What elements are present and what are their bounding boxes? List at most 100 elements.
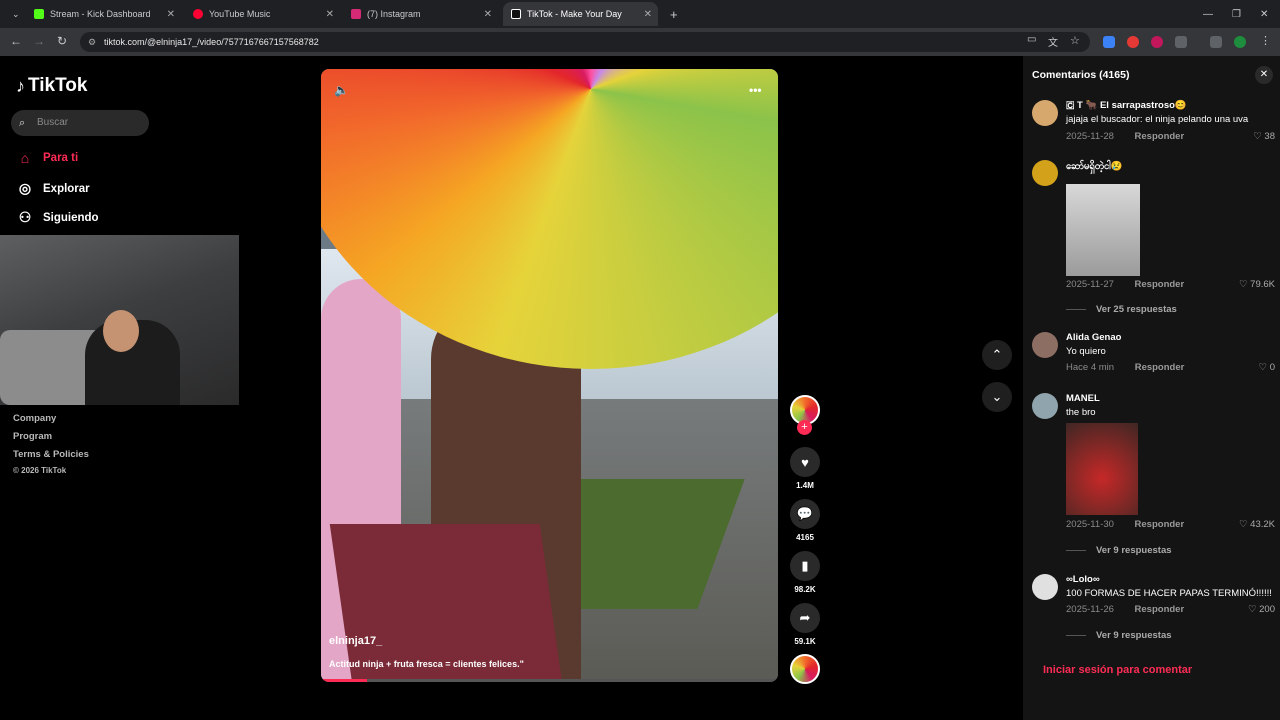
avatar[interactable] (1032, 332, 1058, 358)
bookmark-star-icon[interactable]: ☆ (1070, 34, 1080, 47)
login-to-comment-link[interactable]: Iniciar sesión para comentar (1043, 664, 1192, 676)
new-tab-button[interactable]: + (662, 4, 678, 24)
tab-tiktok[interactable]: TikTok - Make Your Day ✕ (503, 2, 658, 26)
heart-icon: ♡ (1239, 519, 1251, 530)
site-info-icon[interactable]: ⚙ (88, 32, 96, 52)
footer-program-link[interactable]: Program (13, 431, 52, 442)
tab-kick[interactable]: Stream - Kick Dashboard ✕ (26, 4, 181, 24)
next-video-button[interactable]: ⌄ (982, 382, 1012, 412)
comment-date: 2025-11-27 (1066, 279, 1114, 290)
tab-title: Stream - Kick Dashboard (50, 9, 151, 19)
profile-avatar[interactable] (1234, 36, 1246, 48)
comment-meta: 2025-11-30 Responder (1066, 519, 1184, 530)
back-icon[interactable]: ← (10, 34, 22, 48)
footer-company-link[interactable]: Company (13, 413, 56, 424)
close-icon: ✕ (1259, 69, 1269, 80)
tiktok-icon (511, 9, 521, 19)
comment-like-button[interactable]: ♡ 79.6K (1239, 279, 1275, 290)
comment-meta: 2025-11-26 Responder (1066, 604, 1184, 615)
comment-image[interactable] (1066, 184, 1140, 276)
nav-explorar[interactable]: ◎ Explorar (16, 180, 90, 197)
nav-label: Explorar (43, 182, 90, 195)
close-icon[interactable]: ✕ (484, 9, 492, 20)
heart-icon: ♡ (1239, 279, 1251, 290)
following-icon: ⚇ (18, 209, 32, 225)
previous-video-button[interactable]: ⌃ (982, 340, 1012, 370)
comment-like-button[interactable]: ♡ 200 (1248, 604, 1275, 615)
brand-name: TikTok (28, 75, 88, 96)
reply-button[interactable]: Responder (1135, 362, 1185, 373)
close-window-button[interactable]: ✕ (1252, 4, 1268, 24)
minimize-button[interactable]: — (1195, 4, 1213, 24)
follow-plus-icon[interactable]: + (797, 420, 812, 435)
puzzle-icon[interactable] (1175, 36, 1187, 48)
chevron-up-icon: ⌃ (991, 347, 1003, 362)
reload-icon[interactable]: ↻ (57, 34, 67, 48)
tab-title: TikTok - Make Your Day (527, 9, 622, 19)
like-count: 38 (1264, 131, 1275, 142)
url-field[interactable]: ⚙ tiktok.com/@elninja17_/video/757716766… (80, 32, 1090, 52)
tiktok-logo[interactable]: ♪ TikTok (16, 75, 87, 97)
comment-like-button[interactable]: ♡ 0 (1259, 362, 1275, 373)
comment-image[interactable] (1066, 423, 1138, 515)
heart-icon: ♥ (790, 447, 820, 477)
avatar[interactable] (1032, 100, 1058, 126)
nav-para-ti[interactable]: ⌂ Para ti (16, 150, 78, 166)
save-button[interactable]: ▮ 98.2K (789, 551, 821, 594)
search-icon: ⌕ (19, 117, 26, 129)
avatar[interactable] (1032, 574, 1058, 600)
comment-author[interactable]: Alida Genao (1066, 332, 1121, 343)
comment-like-button[interactable]: ♡ 38 (1253, 131, 1275, 142)
reply-button[interactable]: Responder (1135, 131, 1185, 142)
footer-terms-link[interactable]: Terms & Policies (13, 449, 89, 460)
nav-siguiendo[interactable]: ⚇ Siguiendo (16, 209, 99, 226)
video-player[interactable]: 🔈 ••• elninja17_ Actitud ninja + fruta f… (321, 69, 778, 682)
avatar[interactable] (1032, 393, 1058, 419)
restore-button[interactable]: ❐ (1224, 4, 1241, 24)
comment-text: Yo quiero (1066, 346, 1106, 357)
video-progress-bar[interactable] (321, 679, 778, 682)
media-controls-icon[interactable] (1210, 36, 1222, 48)
tab-search-button[interactable]: ⌄ (4, 4, 20, 24)
comment-author[interactable]: MANEL (1066, 393, 1100, 404)
reply-button[interactable]: Responder (1135, 604, 1185, 615)
tab-youtube-music[interactable]: YouTube Music ✕ (185, 4, 340, 24)
comment-author[interactable]: ဆော်မရှိတဲ့ငါ😢 (1066, 160, 1123, 174)
menu-icon[interactable]: ⋮ (1260, 34, 1271, 47)
comment-author[interactable]: 🇨 T 🐂 El sarrapastroso😊 (1066, 100, 1187, 111)
extension-icon[interactable] (1127, 36, 1139, 48)
comment-text: 100 FORMAS DE HACER PAPAS TERMINÓ!!!!!! (1066, 588, 1272, 599)
close-icon[interactable]: ✕ (326, 9, 334, 20)
close-icon[interactable]: ✕ (167, 9, 175, 20)
compass-icon: ◎ (18, 180, 32, 196)
more-options-icon[interactable]: ••• (749, 83, 762, 97)
close-comments-button[interactable]: ✕ (1255, 66, 1273, 84)
kick-icon (34, 9, 44, 19)
record-icon[interactable] (1151, 36, 1163, 48)
avatar[interactable] (1032, 160, 1058, 186)
nav-label: Siguiendo (43, 211, 99, 224)
close-icon[interactable]: ✕ (644, 9, 652, 20)
search-input[interactable]: ⌕ Buscar (11, 110, 149, 136)
comment-button[interactable]: 💬 4165 (789, 499, 821, 542)
music-disc-icon[interactable] (790, 654, 820, 684)
tab-instagram[interactable]: (7) Instagram ✕ (343, 4, 498, 24)
translate-icon[interactable]: 文 (1048, 34, 1058, 49)
cast-icon[interactable]: ▭ (1027, 34, 1036, 45)
video-username[interactable]: elninja17_ (329, 635, 382, 647)
comment-author[interactable]: ∞Lolo∞ (1066, 574, 1100, 585)
view-replies-button[interactable]: Ver 9 respuestas (1066, 545, 1172, 556)
share-button[interactable]: ➦ 59.1K (789, 603, 821, 646)
forward-icon[interactable]: → (33, 34, 45, 48)
comment-meta: Hace 4 min Responder (1066, 362, 1184, 373)
volume-icon[interactable]: 🔈 (334, 83, 349, 97)
like-button[interactable]: ♥ 1.4M (789, 447, 821, 490)
reply-button[interactable]: Responder (1135, 519, 1185, 530)
view-replies-button[interactable]: Ver 9 respuestas (1066, 630, 1172, 641)
view-replies-button[interactable]: Ver 25 respuestas (1066, 304, 1177, 315)
comment-count: 4165 (796, 533, 814, 542)
comment-like-button[interactable]: ♡ 43.2K (1239, 519, 1275, 530)
reply-button[interactable]: Responder (1135, 279, 1185, 290)
extension-icon[interactable] (1103, 36, 1115, 48)
comment-icon: 💬 (790, 499, 820, 529)
